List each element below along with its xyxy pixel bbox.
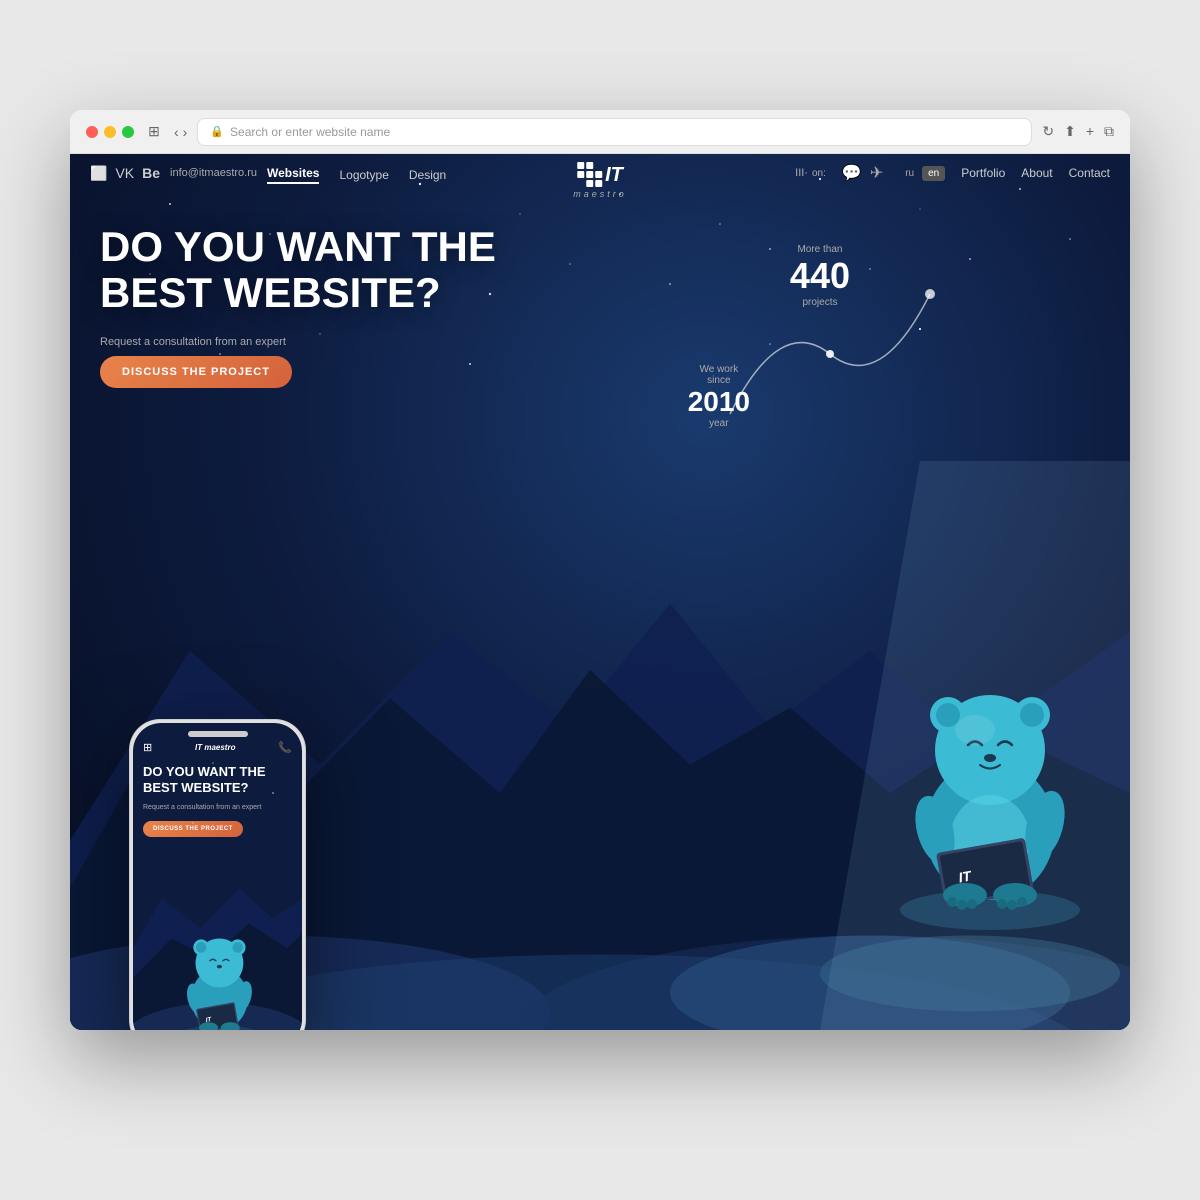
phone-frame: IT ⊞ IT maestro 📞 DO YOU WANT THE — [130, 720, 305, 1030]
hero-section: DO YOU WANT THE BEST WEBSITE? Request a … — [70, 184, 1130, 388]
logo: IT maestro — [573, 162, 627, 199]
nav-portfolio[interactable]: Portfolio — [961, 166, 1005, 180]
language-switcher: ru en — [899, 166, 945, 181]
whatsapp-icon[interactable]: 💬 — [842, 163, 862, 183]
back-button[interactable]: ‹ — [174, 124, 179, 140]
phone-mountain-svg: IT — [133, 869, 302, 1030]
hero-title-line1: DO YOU WANT THE — [100, 224, 520, 270]
hero-title-line2: BEST WEBSITE? — [100, 270, 520, 316]
phone-notch — [188, 731, 248, 737]
stats-more-label: More than — [790, 244, 850, 255]
website-nav: ⬜ VK Be info@itmaestro.ru Websites Logot… — [70, 154, 1130, 184]
social-icons: ⬜ VK Be — [90, 165, 160, 182]
since-word: since — [688, 375, 750, 386]
behance-icon[interactable]: Be — [142, 165, 160, 182]
forward-button[interactable]: › — [183, 124, 188, 140]
logo-text: maestro — [573, 189, 627, 199]
lang-ru-button[interactable]: ru — [899, 166, 920, 181]
since-year-number: 2010 — [688, 386, 750, 418]
hero-subtitle: Request a consultation from an expert — [100, 336, 1100, 348]
traffic-lights — [86, 126, 134, 138]
nav-contact[interactable]: Contact — [1069, 166, 1110, 180]
nav-design[interactable]: Design — [409, 168, 446, 182]
vk-icon[interactable]: VK — [115, 165, 134, 182]
nav-menu-right: Portfolio About Contact — [961, 166, 1110, 180]
nav-left: ⬜ VK Be info@itmaestro.ru Websites Logot… — [90, 162, 446, 184]
browser-chrome: ⊞ ‹ › 🔒 Search or enter website name ↻ ⬆… — [70, 110, 1130, 154]
hero-title: DO YOU WANT THE BEST WEBSITE? — [100, 224, 520, 316]
maximize-button[interactable] — [122, 126, 134, 138]
since-label: We work — [688, 364, 750, 375]
since-we-work: We work — [699, 364, 738, 375]
stats-label: projects — [790, 297, 850, 308]
new-tab-icon[interactable]: + — [1086, 123, 1094, 140]
address-bar-text: Search or enter website name — [230, 125, 390, 139]
phone-screen: IT ⊞ IT maestro 📞 DO YOU WANT THE — [133, 723, 302, 1030]
address-bar[interactable]: 🔒 Search or enter website name — [197, 118, 1032, 146]
nav-menu-left: Websites Logotype Design — [267, 162, 446, 184]
browser-actions: ⬆ + ⧉ — [1064, 123, 1114, 140]
minimize-button[interactable] — [104, 126, 116, 138]
phone-mockup: IT ⊞ IT maestro 📞 DO YOU WANT THE — [130, 720, 305, 1030]
nav-right: III· on: 💬 ✈ ru en Portfolio About Conta… — [795, 163, 1110, 183]
cta-button[interactable]: DISCUSS THE PROJECT — [100, 356, 292, 388]
telegram-icon[interactable]: ✈ — [870, 163, 883, 183]
stats-since: We work since 2010 year — [688, 364, 750, 429]
nav-about[interactable]: About — [1021, 166, 1052, 180]
tabs-icon[interactable]: ⧉ — [1104, 123, 1114, 140]
close-button[interactable] — [86, 126, 98, 138]
tab-icon: ⊞ — [144, 122, 164, 142]
on-label: III· on: — [795, 167, 826, 179]
mascot: IT — [880, 650, 1100, 930]
since-suffix: year — [688, 418, 750, 429]
refresh-icon[interactable]: ↻ — [1042, 123, 1054, 140]
lang-en-button[interactable]: en — [922, 166, 945, 181]
social-right-icons: 💬 ✈ — [842, 163, 883, 183]
share-icon[interactable]: ⬆ — [1064, 123, 1076, 140]
browser-window: ⊞ ‹ › 🔒 Search or enter website name ↻ ⬆… — [70, 110, 1130, 1030]
website-content: ⬜ VK Be info@itmaestro.ru Websites Logot… — [70, 154, 1130, 1030]
mascot-svg: IT — [880, 650, 1100, 930]
nav-email: info@itmaestro.ru — [170, 167, 257, 179]
stats-projects: More than 440 projects — [790, 244, 850, 308]
nav-logotype[interactable]: Logotype — [339, 168, 388, 182]
instagram-icon[interactable]: ⬜ — [90, 165, 107, 182]
lock-icon: 🔒 — [210, 125, 224, 138]
nav-websites[interactable]: Websites — [267, 166, 319, 184]
stats-number: 440 — [790, 255, 850, 297]
nav-arrows: ‹ › — [174, 124, 187, 140]
